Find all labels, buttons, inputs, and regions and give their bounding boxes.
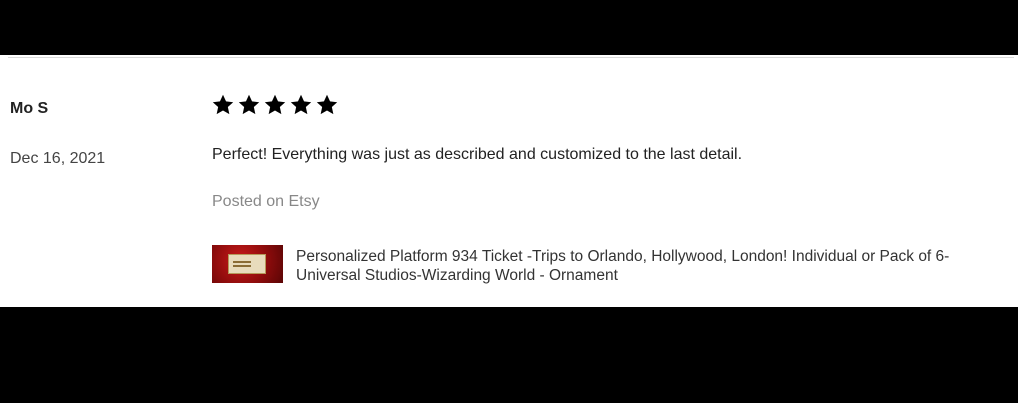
posted-on-label: Posted on Etsy [212,193,320,210]
star-icon [212,94,234,115]
star-icon [316,94,338,115]
star-rating [211,93,339,117]
reviewer-name[interactable]: Mo S [10,100,48,118]
product-title-link[interactable]: Personalized Platform 934 Ticket -Trips … [296,247,996,285]
star-icon [238,94,260,115]
star-icon [264,94,286,115]
review-date: Dec 16, 2021 [10,150,106,167]
ticket-image [228,254,266,274]
screenshot-frame: Mo S Dec 16, 2021 Perfect! Everything wa… [0,0,1018,403]
divider [8,57,1014,58]
star-icon [290,94,312,115]
product-thumbnail[interactable] [212,245,283,283]
reviewed-product[interactable]: Personalized Platform 934 Ticket -Trips … [212,245,996,285]
review-text: Perfect! Everything was just as describe… [212,146,743,163]
review-card: Mo S Dec 16, 2021 Perfect! Everything wa… [0,55,1018,307]
